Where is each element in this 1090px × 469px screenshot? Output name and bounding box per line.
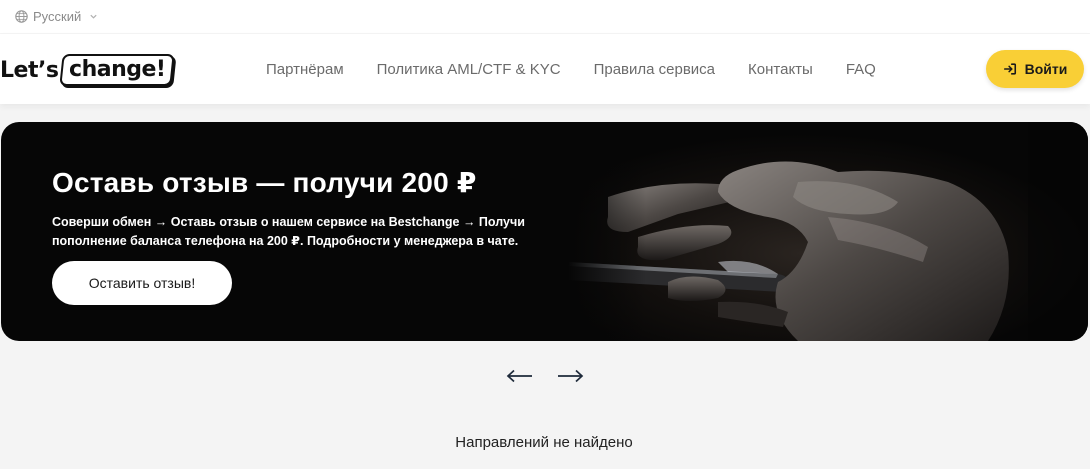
site-header: Let’s change! Партнёрам Политика AML/CTF… [0, 34, 1090, 104]
leave-review-button[interactable]: Оставить отзыв! [52, 261, 232, 305]
login-label: Войти [1024, 61, 1068, 77]
banner-description: Соверши обмен → Оставь отзыв о нашем сер… [52, 215, 525, 248]
language-selector[interactable]: Русский [15, 9, 98, 24]
slider-controls [506, 362, 584, 390]
nav-partners[interactable]: Партнёрам [266, 61, 344, 78]
language-bar: Русский [0, 0, 1090, 33]
nav-service-rules[interactable]: Правила сервиса [594, 61, 715, 78]
login-button[interactable]: Войти [986, 50, 1084, 88]
globe-icon [15, 10, 28, 23]
slider-next-button[interactable] [556, 362, 584, 390]
logo-change-badge: change! [59, 54, 176, 86]
language-label: Русский [33, 9, 82, 24]
slider-prev-button[interactable] [506, 362, 534, 390]
promo-banner: Оставь отзыв — получи 200 ₽ Соверши обме… [1, 122, 1088, 341]
no-directions-message: Направлений не найдено [455, 434, 633, 451]
login-icon [1003, 63, 1016, 75]
logo-text-change: change! [69, 57, 166, 82]
banner-title: Оставь отзыв — получи 200 ₽ [52, 167, 477, 198]
arrow-right-icon [558, 369, 584, 383]
hands-phone-image [568, 122, 1088, 341]
nav-faq[interactable]: FAQ [846, 61, 876, 78]
logo[interactable]: Let’s change! [0, 53, 176, 87]
arrow-left-icon [506, 369, 532, 383]
nav-contacts[interactable]: Контакты [748, 61, 813, 78]
main-nav: Партнёрам Политика AML/CTF & KYC Правила… [266, 34, 876, 104]
nav-aml-policy[interactable]: Политика AML/CTF & KYC [377, 61, 561, 78]
chevron-down-icon [90, 14, 97, 19]
logo-text-lets: Let’s [0, 57, 59, 83]
